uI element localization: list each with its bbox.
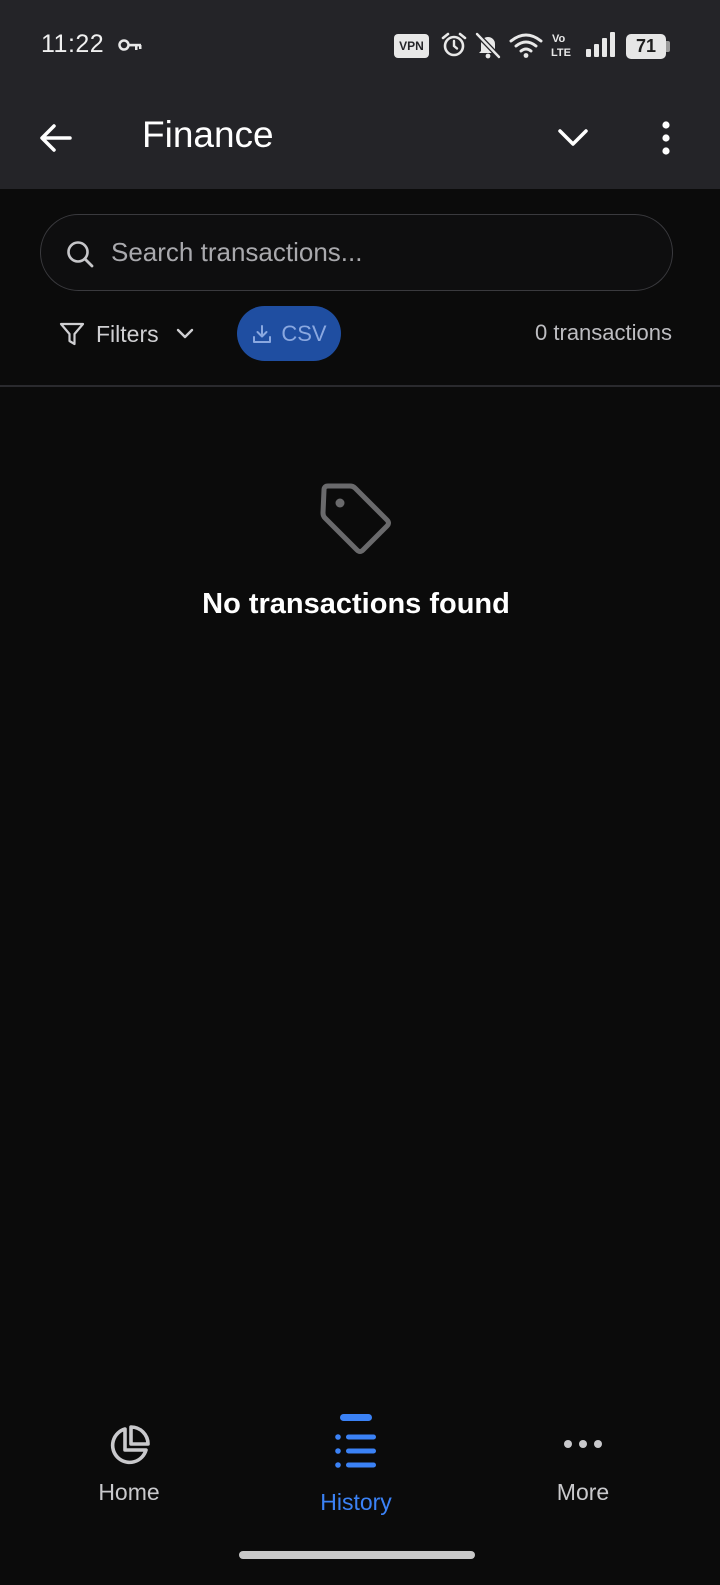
pie-chart-icon [110,1425,150,1465]
svg-text:LTE: LTE [551,47,571,59]
filters-label: Filters [96,320,159,347]
active-tab-indicator [340,1414,372,1421]
vpn-badge: VPN [394,34,429,58]
nav-item-more[interactable]: More [493,1395,673,1535]
app-bar: Finance [0,90,720,189]
chevron-down-icon [176,328,193,339]
divider [0,385,720,387]
nav-item-home[interactable]: Home [39,1395,219,1535]
nav-label-home: Home [98,1479,160,1505]
empty-state-message: No transactions found [202,588,510,620]
gesture-navigation-bar[interactable] [239,1551,475,1559]
nav-item-history[interactable]: History [266,1395,446,1535]
chevron-down-icon [558,129,588,146]
tag-icon [320,483,391,554]
bottom-navigation: Home History More [0,1395,720,1535]
cellular-signal-icon [586,32,615,57]
back-button[interactable] [28,110,84,166]
battery-indicator: 71 [626,34,670,59]
export-csv-button[interactable]: CSV [237,306,341,361]
nav-label-history: History [320,1489,392,1515]
more-horizontal-icon [564,1440,602,1448]
search-input[interactable] [111,215,651,289]
status-bar: 11:22 VPN Vo LTE 71 [0,0,720,90]
status-time: 11:22 [41,30,105,58]
nav-label-more: More [556,1479,610,1505]
filter-icon [59,322,85,346]
notifications-off-icon [475,32,501,59]
volte-icon: Vo LTE [551,33,571,59]
battery-cap [666,41,670,52]
search-icon [67,241,94,268]
page-title: Finance [142,114,274,155]
download-icon [253,324,272,343]
svg-text:Vo: Vo [552,33,566,45]
list-icon [335,1434,376,1468]
search-bar[interactable] [40,214,673,291]
arrow-back-icon [40,124,72,152]
overflow-menu-button[interactable] [644,110,688,166]
wifi-icon [509,33,543,58]
filters-button[interactable]: Filters [58,314,195,354]
account-dropdown-button[interactable] [545,110,601,166]
transaction-count: 0 transactions [535,320,672,345]
more-vertical-icon [662,121,670,155]
vpn-key-icon [118,39,142,51]
alarm-icon [441,32,467,57]
csv-label: CSV [281,320,327,346]
battery-level: 71 [626,34,666,59]
